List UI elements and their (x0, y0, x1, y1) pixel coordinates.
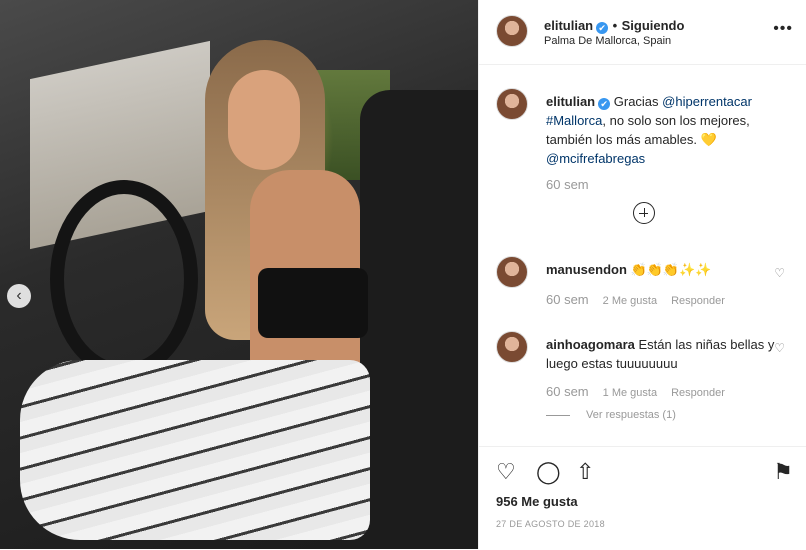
reply-button[interactable]: Responder (671, 295, 725, 307)
heart-emoji: 💛 (700, 132, 717, 147)
header-separator: • (612, 18, 618, 33)
car-seat (360, 90, 478, 549)
photo-top (258, 268, 368, 338)
post-sidebar: elitulian ✔ • Siguiendo Palma De Mallorca… (478, 0, 806, 549)
caption-username[interactable]: elitulian (546, 94, 595, 109)
comment-body: 👏👏👏✨✨ (630, 262, 712, 277)
chevron-left-icon: ‹ (16, 287, 22, 304)
share-icon[interactable]: ⇧ (576, 459, 594, 485)
replies-divider (546, 414, 570, 416)
comment-likes-count[interactable]: 1 Me gusta (603, 387, 657, 399)
verified-badge-icon: ✔ (596, 22, 609, 34)
instagram-post: ‹ elitulian ✔ • Siguiendo Palma De Mallor… (0, 0, 806, 549)
follow-status-button[interactable]: Siguiendo (622, 18, 685, 33)
mention-link[interactable]: @hiperrentacar (662, 94, 752, 109)
mention-link-2[interactable]: @mcifrefabregas (546, 151, 645, 166)
caption-text-1: Gracias (613, 94, 659, 109)
caption-timestamp[interactable]: 60 sem (546, 177, 589, 192)
comment-text: ainhoagomara Están las niñas bellas y lu… (546, 335, 776, 373)
load-more-comments-icon[interactable] (633, 202, 655, 224)
like-icon[interactable]: ♡ (496, 459, 516, 485)
comment-meta: 60 sem 2 Me gusta Responder (546, 292, 725, 307)
commenter-avatar[interactable] (496, 256, 528, 288)
post-date[interactable]: 27 DE AGOSTO DE 2018 (496, 519, 605, 529)
caption-text: elitulian ✔ Gracias @hiperrentacar #Mallo… (546, 92, 786, 168)
comment-timestamp[interactable]: 60 sem (546, 292, 589, 307)
likes-count[interactable]: 956 Me gusta (496, 494, 578, 509)
comment-icon[interactable]: ◯ (536, 459, 561, 485)
view-replies-label: Ver respuestas (1) (586, 409, 676, 421)
post-location[interactable]: Palma De Mallorca, Spain (544, 35, 671, 47)
previous-photo-button[interactable]: ‹ (7, 284, 31, 308)
more-options-icon[interactable]: ••• (773, 20, 793, 38)
comment-like-icon[interactable]: ♡ (774, 266, 785, 280)
author-username[interactable]: elitulian (544, 18, 593, 33)
comment-likes-count[interactable]: 2 Me gusta (603, 295, 657, 307)
post-photo[interactable]: ‹ (0, 0, 478, 549)
steering-wheel (50, 180, 198, 378)
save-bookmark-icon[interactable]: ⚑ (773, 459, 793, 485)
post-actions: ♡ ◯ ⇧ ⚑ 956 Me gusta 27 DE AGOSTO DE 201… (479, 446, 806, 550)
comment-meta: 60 sem 1 Me gusta Responder (546, 384, 725, 399)
comment-timestamp[interactable]: 60 sem (546, 384, 589, 399)
post-header: elitulian ✔ • Siguiendo Palma De Mallorca… (479, 0, 806, 65)
commenter-avatar[interactable] (496, 331, 528, 363)
comment-text: manusendon 👏👏👏✨✨ (546, 260, 776, 279)
commenter-username[interactable]: manusendon (546, 262, 627, 277)
header-user-line: elitulian ✔ • Siguiendo (544, 17, 684, 35)
photo-face (228, 70, 300, 170)
reply-button[interactable]: Responder (671, 387, 725, 399)
comment-like-icon[interactable]: ♡ (774, 341, 785, 355)
caption-avatar[interactable] (496, 88, 528, 120)
view-replies-button[interactable]: Ver respuestas (1) (546, 409, 676, 421)
verified-badge-icon: ✔ (598, 98, 611, 110)
commenter-username[interactable]: ainhoagomara (546, 337, 635, 352)
hashtag-link[interactable]: #Mallorca (546, 113, 602, 128)
photo-pants (20, 360, 370, 540)
author-avatar[interactable] (496, 15, 528, 47)
